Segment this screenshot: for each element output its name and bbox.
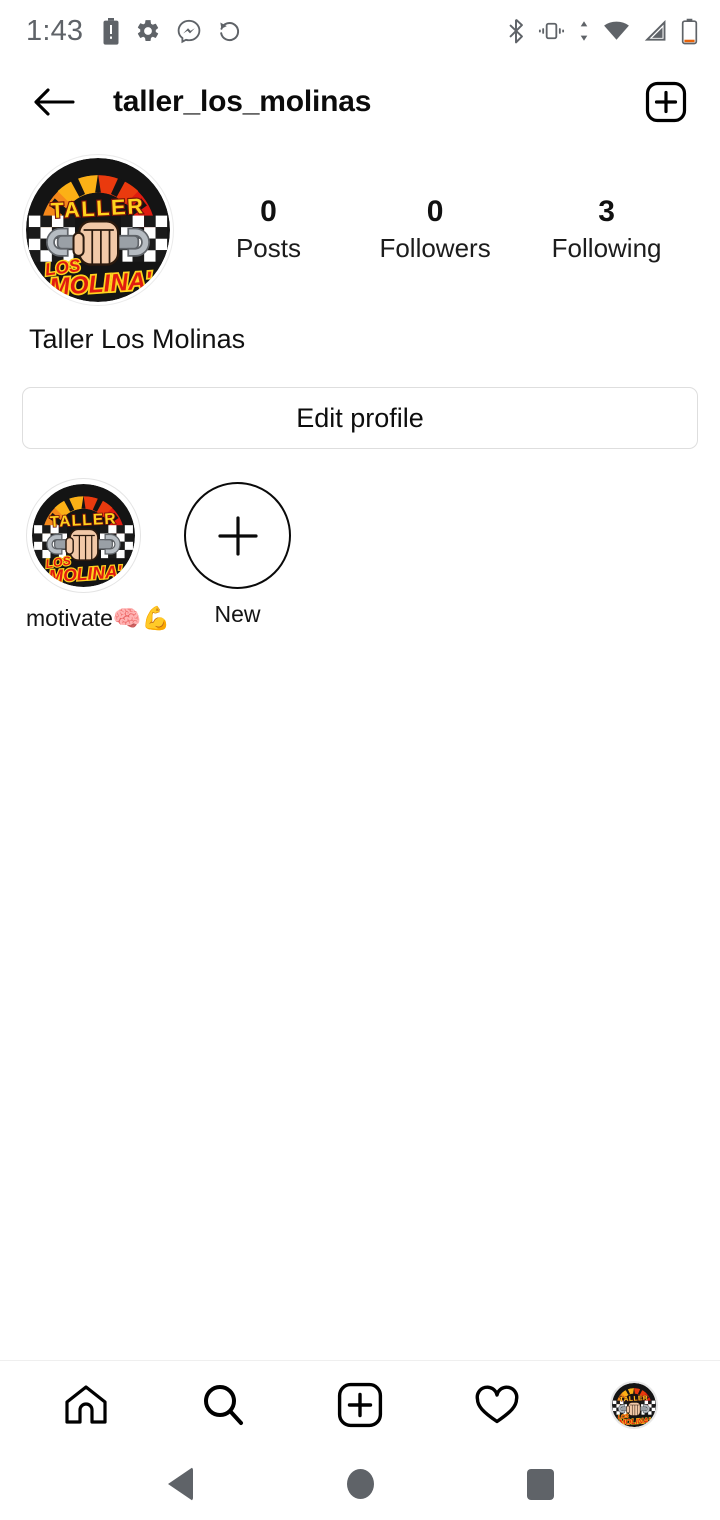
profile-header-row: 0 Posts 0 Followers 3 Following bbox=[22, 154, 698, 306]
circle-home-icon bbox=[346, 1469, 374, 1499]
app-header: taller_los_molinas bbox=[0, 62, 720, 142]
edit-profile-wrap: Edit profile bbox=[0, 355, 720, 450]
stat-posts-value: 0 bbox=[260, 195, 277, 229]
stat-followers-value: 0 bbox=[426, 195, 444, 229]
android-recents-button[interactable] bbox=[505, 1454, 575, 1514]
edit-profile-button[interactable]: Edit profile bbox=[22, 387, 698, 450]
battery-icon bbox=[681, 18, 698, 44]
bluetooth-icon bbox=[509, 18, 523, 44]
stat-posts-label: Posts bbox=[235, 232, 301, 263]
page-title: taller_los_molinas bbox=[113, 85, 372, 118]
instagram-profile-screen: 1:43 taller_los_molinas 0 Posts 0 Follow… bbox=[0, 0, 720, 1520]
vibrate-icon bbox=[538, 22, 565, 40]
back-button[interactable] bbox=[28, 76, 80, 128]
highlight-label: motivate🧠💪 bbox=[26, 605, 171, 632]
profile-display-name: Taller Los Molinas bbox=[29, 324, 246, 354]
android-system-nav bbox=[0, 1448, 720, 1520]
add-post-button[interactable] bbox=[642, 78, 690, 126]
nav-search[interactable] bbox=[180, 1370, 266, 1440]
data-transfer-icon bbox=[580, 21, 588, 41]
triangle-back-icon bbox=[167, 1467, 193, 1501]
square-recents-icon bbox=[526, 1468, 554, 1500]
search-icon bbox=[204, 1384, 244, 1425]
status-time: 1:43 bbox=[26, 14, 84, 47]
history-icon bbox=[220, 21, 240, 41]
stat-posts[interactable]: 0 Posts bbox=[218, 194, 318, 265]
wifi-icon bbox=[604, 21, 629, 40]
story-highlights: motivate🧠💪 New bbox=[0, 449, 720, 633]
status-bar-right bbox=[507, 18, 698, 45]
plus-square-icon bbox=[645, 81, 687, 123]
status-bar-left: 1:43 bbox=[26, 14, 242, 47]
home-icon bbox=[65, 1384, 107, 1424]
nav-create[interactable] bbox=[317, 1370, 403, 1440]
status-bar: 1:43 bbox=[0, 0, 720, 62]
profile-stats: 0 Posts 0 Followers 3 Following bbox=[174, 194, 698, 265]
stat-following-label: Following bbox=[551, 232, 662, 263]
stat-following-value: 3 bbox=[598, 195, 615, 229]
profile-avatar bbox=[609, 1380, 658, 1429]
highlight-item-new[interactable]: New bbox=[175, 478, 300, 629]
stat-followers[interactable]: 0 Followers bbox=[379, 194, 490, 265]
plus-square-icon bbox=[337, 1382, 383, 1427]
nav-activity[interactable] bbox=[454, 1370, 540, 1440]
profile-section: 0 Posts 0 Followers 3 Following Taller L… bbox=[0, 142, 720, 355]
signal-icon bbox=[644, 20, 666, 41]
highlight-item-motivate[interactable]: motivate🧠💪 bbox=[26, 478, 170, 633]
messenger-icon bbox=[177, 19, 201, 44]
stat-followers-label: Followers bbox=[379, 232, 491, 263]
plus-icon bbox=[217, 516, 258, 556]
profile-avatar-image bbox=[26, 158, 170, 302]
profile-avatar[interactable] bbox=[22, 154, 174, 306]
nav-profile[interactable] bbox=[591, 1370, 677, 1440]
nav-home[interactable] bbox=[43, 1370, 129, 1440]
new-highlight-label: New bbox=[214, 601, 261, 628]
stat-following[interactable]: 3 Following bbox=[552, 194, 662, 265]
highlight-cover-image bbox=[32, 484, 135, 587]
bottom-navigation bbox=[0, 1360, 720, 1448]
feed-empty-area bbox=[0, 633, 720, 1360]
heart-icon bbox=[475, 1384, 519, 1423]
android-back-button[interactable] bbox=[145, 1454, 215, 1514]
back-arrow-icon bbox=[34, 88, 75, 116]
gear-icon bbox=[138, 20, 159, 41]
highlight-ring bbox=[26, 478, 141, 594]
android-home-button[interactable] bbox=[325, 1454, 395, 1514]
new-highlight-circle bbox=[184, 482, 291, 590]
battery-alert-icon bbox=[103, 17, 119, 45]
